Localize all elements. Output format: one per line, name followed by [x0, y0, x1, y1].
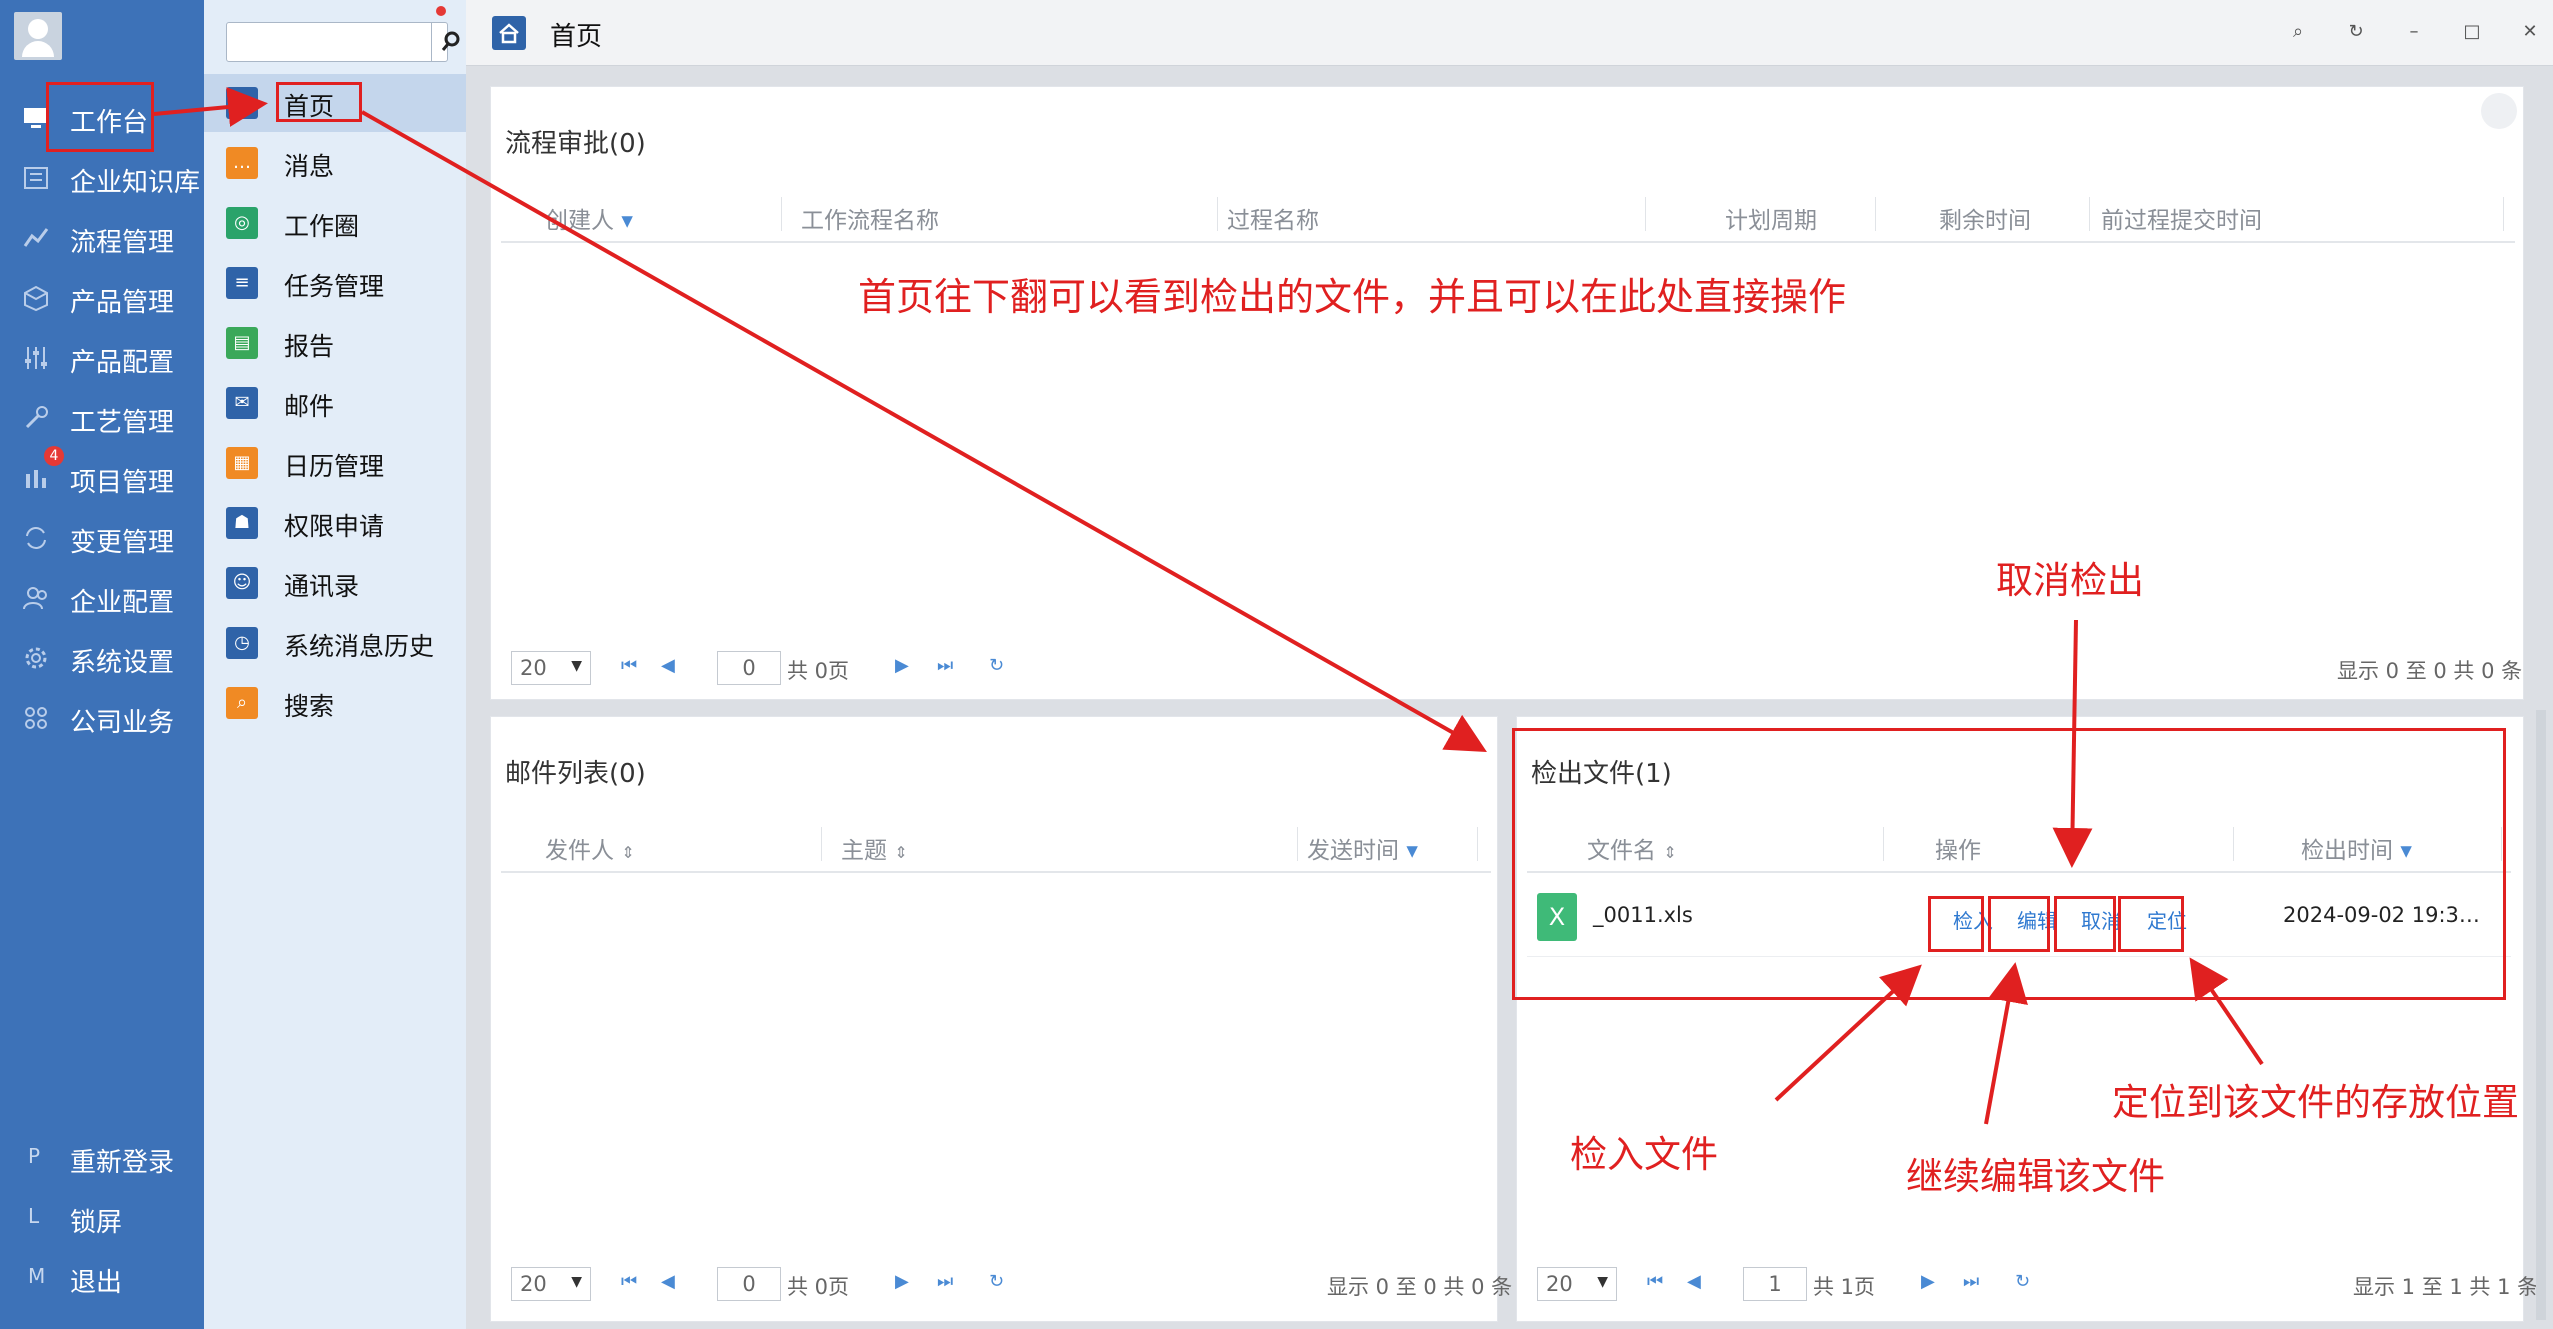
arrow-locate	[2189, 957, 2264, 1066]
arrow-cancel	[2052, 619, 2093, 868]
arrow-edit	[1984, 962, 2028, 1125]
annotation-arrows	[153, 87, 2264, 1125]
arrow-home-to-checkout	[361, 110, 1487, 752]
arrow-workbench-to-home	[153, 87, 268, 127]
arrow-checkin	[1774, 964, 1922, 1102]
